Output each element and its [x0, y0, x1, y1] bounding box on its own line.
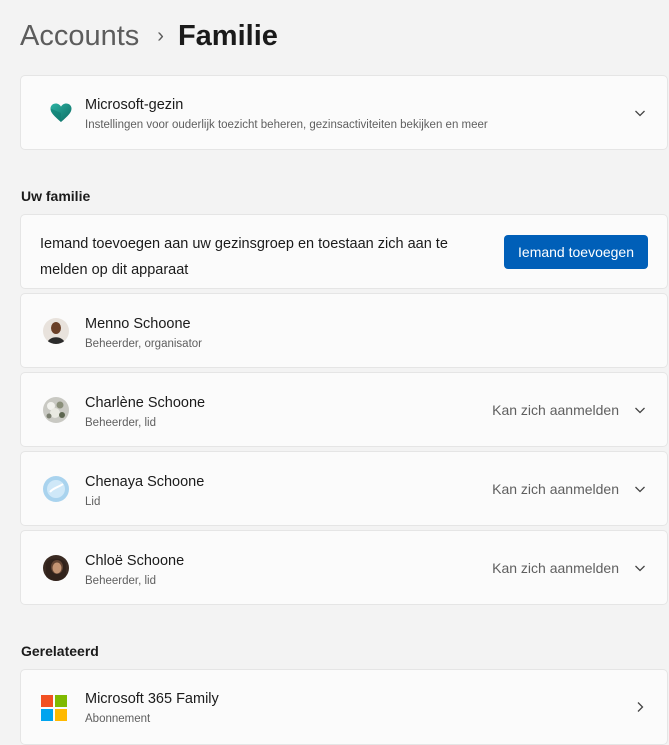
family-member-row[interactable]: Chloë Schoone Beheerder, lid Kan zich aa…	[20, 530, 668, 605]
avatar	[43, 554, 69, 581]
microsoft-family-subtitle: Instellingen voor ouderlijk toezicht beh…	[85, 119, 488, 131]
member-sign-in-status: Kan zich aanmelden	[492, 480, 619, 497]
microsoft-family-card[interactable]: Microsoft-gezin Instellingen voor ouderl…	[20, 75, 668, 150]
related-item-title: Microsoft 365 Family	[85, 691, 219, 707]
member-role: Beheerder, lid	[85, 575, 156, 587]
microsoft-logo-icon	[41, 695, 67, 721]
chevron-down-icon[interactable]	[633, 482, 647, 496]
avatar	[43, 475, 69, 502]
page-title: Familie	[177, 20, 278, 52]
avatar	[43, 396, 69, 423]
microsoft-365-family-card[interactable]: Microsoft 365 Family Abonnement	[20, 669, 668, 745]
family-member-row[interactable]: Charlène Schoone Beheerder, lid Kan zich…	[20, 372, 668, 447]
related-item-subtitle: Abonnement	[85, 713, 151, 725]
chevron-right-icon[interactable]	[633, 700, 647, 714]
avatar	[43, 317, 69, 344]
add-member-card: Iemand toevoegen aan uw gezinsgroep en t…	[20, 214, 668, 289]
member-sign-in-status: Kan zich aanmelden	[492, 401, 619, 418]
add-member-button[interactable]: Iemand toevoegen	[504, 235, 648, 269]
breadcrumb: Accounts › Familie	[20, 18, 278, 54]
family-member-row: Menno Schoone Beheerder, organisator	[20, 293, 668, 368]
microsoft-family-title: Microsoft-gezin	[85, 97, 184, 113]
family-member-row[interactable]: Chenaya Schoone Lid Kan zich aanmelden	[20, 451, 668, 526]
member-role: Beheerder, organisator	[85, 338, 202, 350]
add-member-description: Iemand toevoegen aan uw gezinsgroep en t…	[40, 236, 448, 278]
section-heading-your-family: Uw familie	[21, 188, 91, 204]
breadcrumb-separator: ›	[157, 25, 164, 47]
chevron-down-icon[interactable]	[633, 106, 647, 120]
chevron-down-icon[interactable]	[633, 561, 647, 575]
breadcrumb-parent-accounts[interactable]: Accounts	[20, 18, 139, 54]
member-name: Charlène Schoone	[85, 395, 206, 411]
member-sign-in-status: Kan zich aanmelden	[492, 559, 619, 576]
member-role: Lid	[85, 496, 101, 508]
member-name: Menno Schoone	[85, 316, 191, 332]
member-name: Chenaya Schoone	[85, 474, 205, 490]
member-name: Chloë Schoone	[85, 553, 185, 569]
chevron-down-icon[interactable]	[633, 403, 647, 417]
member-role: Beheerder, lid	[85, 417, 156, 429]
section-heading-related: Gerelateerd	[21, 643, 99, 659]
heart-icon	[49, 101, 73, 125]
